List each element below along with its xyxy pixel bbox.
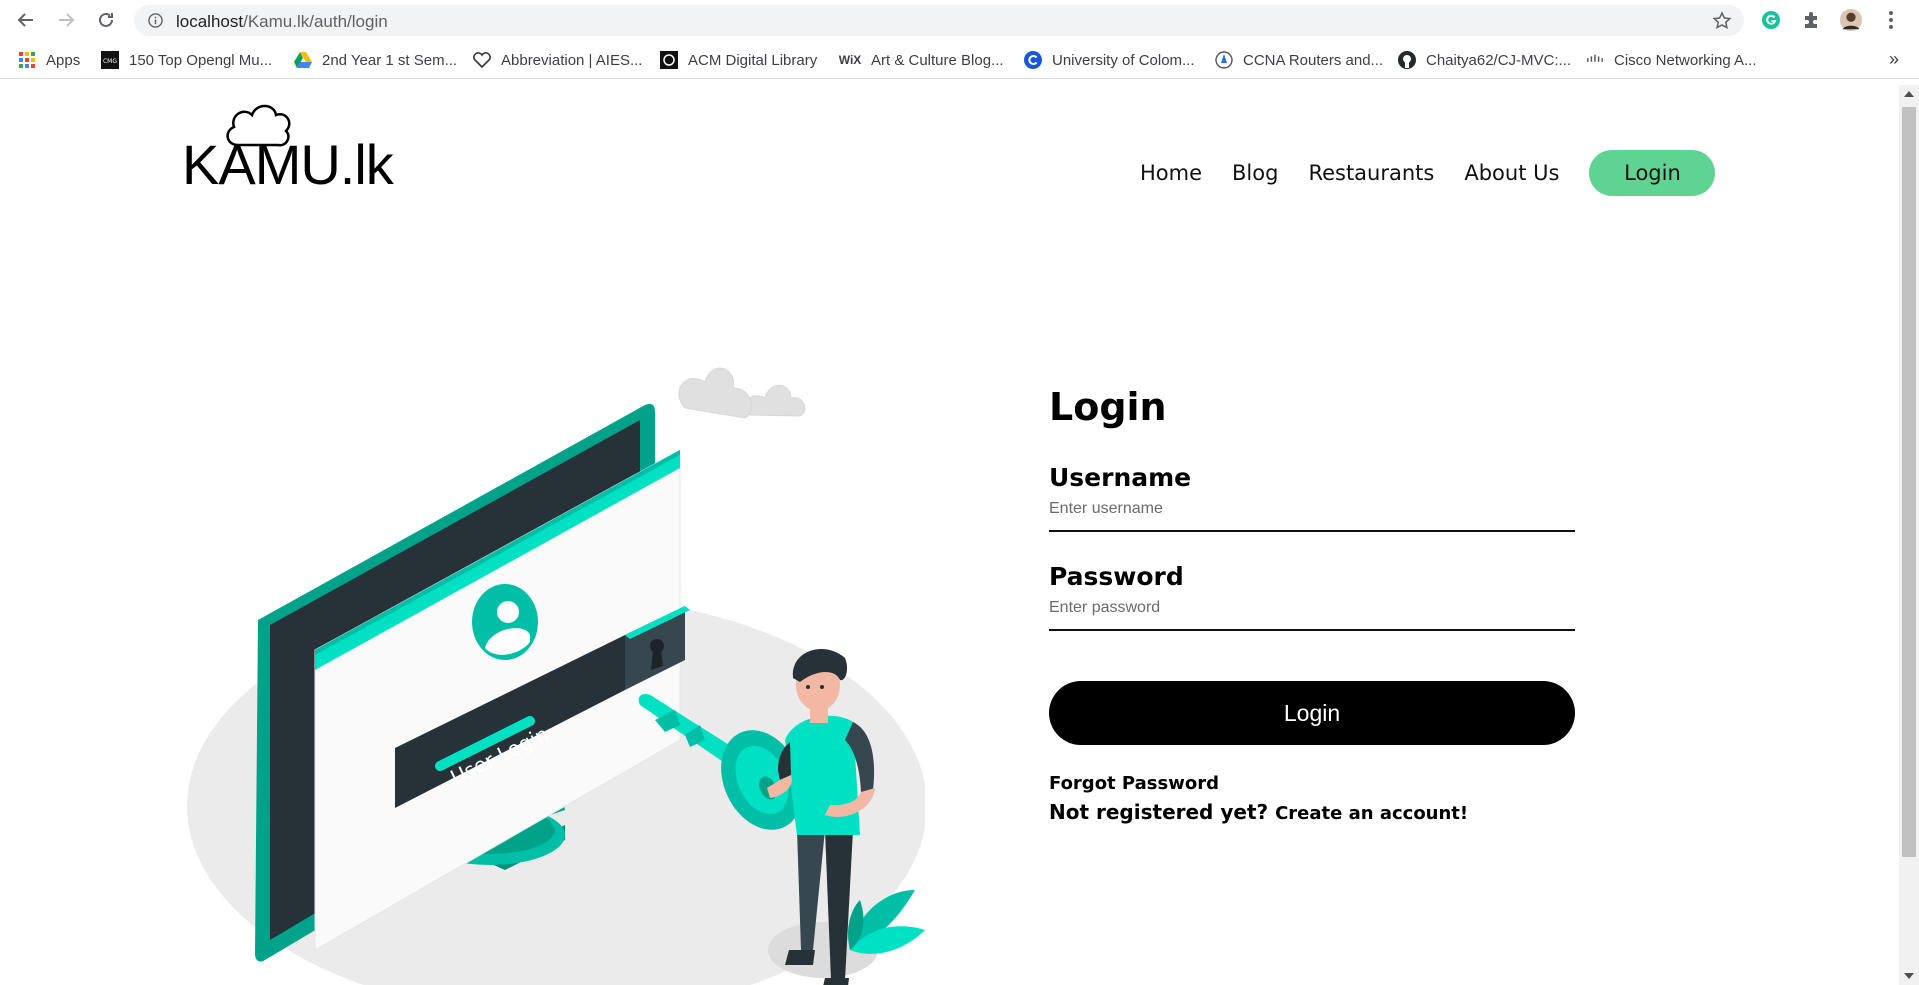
bookmark-university[interactable]: University of Colom...	[1024, 50, 1195, 70]
cisco-icon	[1586, 51, 1604, 69]
password-input[interactable]	[1049, 591, 1575, 631]
password-label: Password	[1049, 562, 1184, 591]
login-title: Login	[1049, 385, 1167, 429]
bookmark-label: Cisco Networking A...	[1614, 51, 1757, 69]
site-info-icon[interactable]	[148, 13, 163, 28]
forgot-password-link[interactable]: Forgot Password	[1049, 773, 1575, 794]
bookmark-label: ACM Digital Library	[688, 51, 818, 69]
nav-login-button[interactable]: Login	[1589, 150, 1716, 196]
page-content: KAMU.lk Home Blog Restaurants About Us L…	[0, 85, 1899, 985]
acm-icon	[660, 51, 678, 69]
back-arrow-icon[interactable]	[14, 8, 38, 32]
url-text[interactable]: localhost/Kamu.lk/auth/login	[176, 12, 388, 32]
bookmark-label: Apps	[46, 51, 81, 69]
bookmark-wix[interactable]: WiX Art & Culture Blog...	[839, 50, 1004, 70]
cloud-icon	[678, 367, 806, 419]
nav-about-us[interactable]: About Us	[1464, 161, 1559, 185]
bookmark-label: 2nd Year 1 st Sem...	[322, 51, 458, 69]
grammarly-icon[interactable]	[1759, 8, 1783, 32]
bookmark-opengl[interactable]: CMG 150 Top Opengl Mu...	[101, 50, 272, 70]
chrome-menu-icon[interactable]	[1879, 8, 1903, 32]
site-logo[interactable]: KAMU.lk	[180, 97, 394, 193]
user-avatar-icon	[472, 584, 538, 660]
browser-toolbar: localhost/Kamu.lk/auth/login	[0, 0, 1919, 41]
login-illustration: User Login	[185, 310, 927, 985]
not-registered-text: Not registered yet?	[1049, 800, 1269, 824]
heart-outline-icon	[473, 51, 491, 69]
bookmark-label: 150 Top Opengl Mu...	[129, 51, 273, 69]
svg-text:CMG: CMG	[103, 58, 117, 65]
wix-icon: WiX	[838, 53, 862, 67]
scroll-down-icon[interactable]	[1904, 973, 1914, 979]
bookmark-label: University of Colom...	[1052, 51, 1195, 69]
nav-restaurants[interactable]: Restaurants	[1308, 161, 1434, 185]
bookmark-ccna[interactable]: CCNA Routers and...	[1215, 50, 1383, 70]
reload-icon[interactable]	[94, 8, 118, 32]
bookmark-acm[interactable]: ACM Digital Library	[660, 50, 817, 70]
bookmark-label: Chaitya62/CJ-MVC:...	[1426, 51, 1572, 69]
main-nav: Home Blog Restaurants About Us Login	[1140, 149, 1716, 197]
register-prompt: Not registered yet? Create an account!	[1049, 800, 1575, 824]
bookmarks-bar: Apps CMG 150 Top Opengl Mu... 2nd Year 1…	[0, 41, 1919, 79]
bookmark-label: CCNA Routers and...	[1243, 51, 1384, 69]
bookmark-label: Art & Culture Blog...	[871, 51, 1004, 69]
apps-grid-icon	[18, 51, 36, 69]
logo-text: KAMU.lk	[182, 133, 394, 196]
bookmark-apps[interactable]: Apps	[18, 50, 80, 70]
bookmark-drive[interactable]: 2nd Year 1 st Sem...	[294, 50, 457, 70]
bookmark-star-icon[interactable]	[1712, 11, 1732, 31]
nav-home[interactable]: Home	[1140, 161, 1202, 185]
login-submit-button[interactable]: Login	[1049, 681, 1575, 745]
bookmark-cisco[interactable]: Cisco Networking A...	[1586, 50, 1757, 70]
c-logo-icon	[1024, 51, 1042, 69]
username-label: Username	[1049, 463, 1192, 492]
bookmark-label: Abbreviation | AIES...	[501, 51, 643, 69]
bookmark-github[interactable]: Chaitya62/CJ-MVC:...	[1398, 50, 1571, 70]
nav-blog[interactable]: Blog	[1232, 161, 1278, 185]
address-bar[interactable]: localhost/Kamu.lk/auth/login	[134, 5, 1744, 36]
page-scrollbar[interactable]	[1899, 85, 1919, 985]
github-icon	[1398, 51, 1416, 69]
url-path: /Kamu.lk/auth/login	[243, 12, 388, 31]
form-links: Forgot Password Not registered yet? Crea…	[1049, 773, 1575, 824]
url-host: localhost	[176, 12, 244, 31]
scrollbar-thumb[interactable]	[1902, 107, 1916, 857]
username-input[interactable]	[1049, 492, 1575, 532]
extensions-puzzle-icon[interactable]	[1799, 8, 1823, 32]
google-drive-icon	[294, 51, 312, 69]
profile-avatar-icon[interactable]	[1839, 8, 1863, 32]
cmg-icon: CMG	[101, 51, 119, 69]
create-account-link[interactable]: Create an account!	[1275, 803, 1468, 824]
scroll-up-icon[interactable]	[1904, 91, 1914, 97]
bookmark-abbreviation[interactable]: Abbreviation | AIES...	[473, 50, 642, 70]
compass-icon	[1215, 51, 1233, 69]
forward-arrow-icon[interactable]	[54, 8, 78, 32]
bookmarks-overflow-button[interactable]: »	[1889, 49, 1899, 70]
login-form: Login Username Password Login Forgot Pas…	[1049, 385, 1575, 824]
